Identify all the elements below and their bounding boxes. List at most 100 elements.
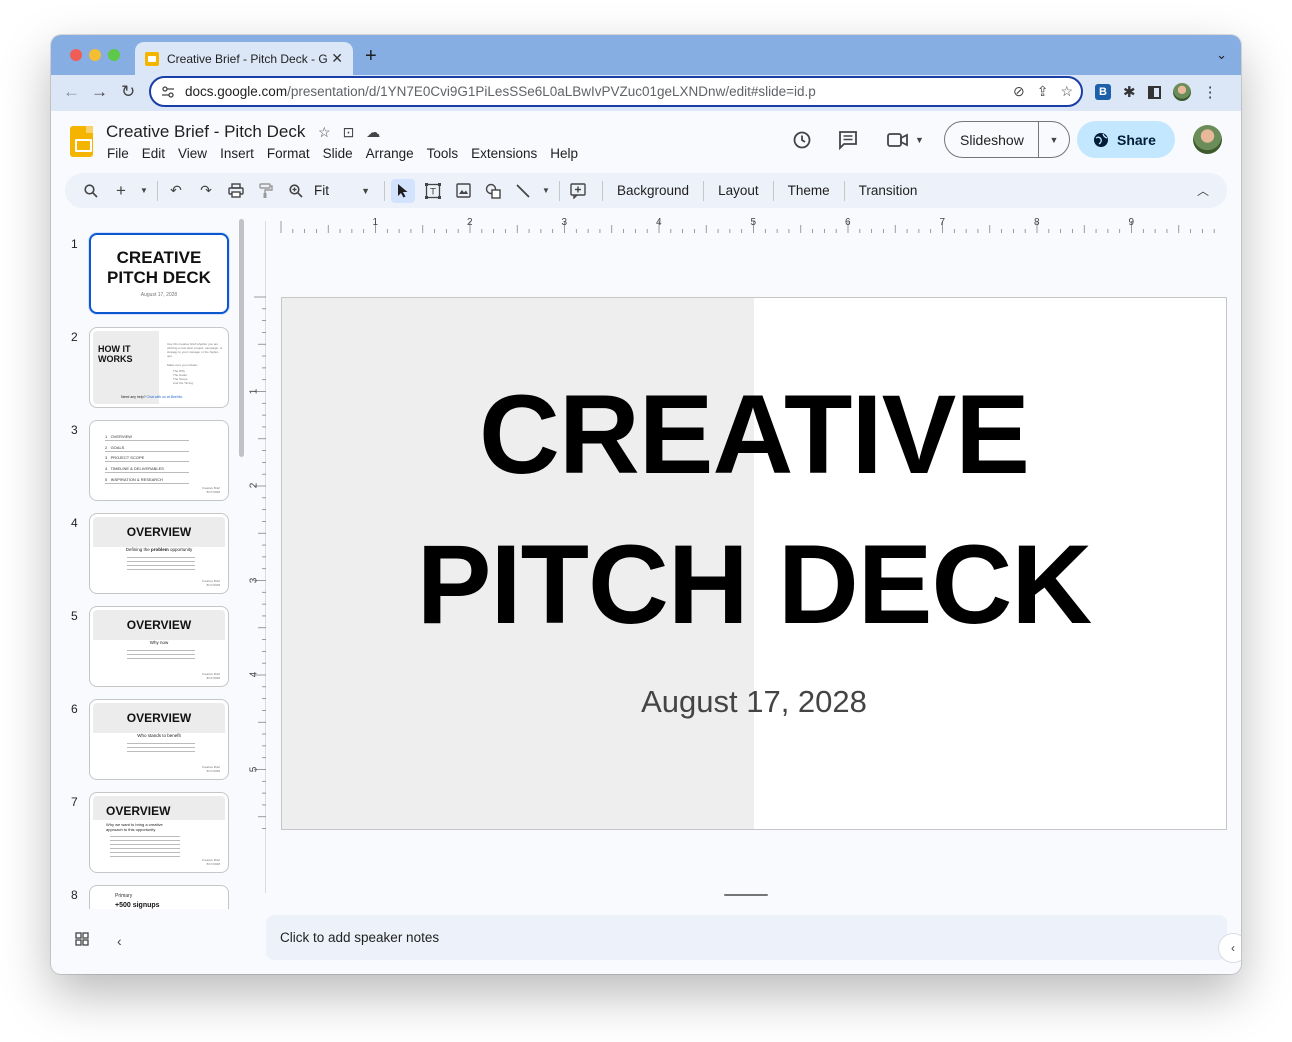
transition-button[interactable]: Transition	[851, 183, 926, 198]
theme-button[interactable]: Theme	[780, 183, 838, 198]
notes-resize-handle[interactable]	[724, 894, 768, 896]
extension-b-icon[interactable]: B	[1095, 84, 1111, 100]
thumb-2-bullets: The Why The Goals The Scope And the Timi…	[173, 369, 193, 385]
thumb-6-body-lines	[127, 743, 195, 752]
menu-tools[interactable]: Tools	[427, 146, 459, 161]
zoom-caret-icon: ▼	[361, 185, 370, 196]
move-folder-icon[interactable]: ⊡	[343, 124, 355, 141]
account-avatar[interactable]	[1193, 125, 1222, 154]
drive-offline-icon[interactable]: ⊘	[1013, 83, 1025, 100]
thumb-2-title-line1: HOW IT	[98, 344, 131, 354]
show-side-panel-chevron-icon[interactable]: ‹	[1218, 933, 1241, 963]
side-panel-icon[interactable]	[1147, 85, 1161, 99]
select-cursor-icon[interactable]	[391, 178, 415, 203]
slide-thumbnail-6[interactable]: OVERVIEW Who stands to benefit Creative …	[89, 699, 229, 780]
collapse-filmstrip-chevron-icon[interactable]: ‹	[117, 933, 122, 949]
slide-number-6: 6	[71, 702, 78, 716]
paint-format-icon[interactable]	[254, 179, 278, 203]
line-icon[interactable]	[511, 179, 535, 203]
thumb-4-subtitle-bold: problem	[151, 547, 169, 552]
ruler-label: 6	[845, 217, 851, 228]
share-label: Share	[1117, 131, 1156, 148]
ruler-label: 9	[1128, 217, 1135, 228]
slide-thumbnail-3[interactable]: 1 OVERVIEW 2 GOALS 3 PROJECT SCOPE 4 TIM…	[89, 420, 229, 501]
thumb-5-subtitle: Why now	[149, 640, 169, 645]
profile-avatar-icon[interactable]	[1172, 83, 1191, 101]
filmstrip-scrollbar[interactable]	[239, 219, 244, 457]
ruler-label: 8	[1034, 217, 1040, 228]
toolbar-divider	[384, 180, 385, 201]
slide-thumbnail-5[interactable]: OVERVIEW Why now Creative Brief 8/17/202…	[89, 606, 229, 687]
cloud-saved-icon[interactable]: ☁	[366, 124, 380, 141]
meet-call-button[interactable]: ▼	[887, 131, 924, 149]
background-button[interactable]: Background	[609, 183, 697, 198]
slide-number-8: 8	[71, 888, 78, 902]
thumb-4-footer: Creative Brief 8/17/2028	[202, 579, 220, 587]
thumb-3-footer: Creative Brief 8/17/2028	[202, 486, 220, 494]
thumb-2-help-text: Need any help?	[121, 395, 146, 399]
slide-date[interactable]: August 17, 2028	[282, 684, 1226, 720]
ruler-label: 1	[372, 217, 379, 228]
svg-text:T: T	[429, 187, 436, 197]
thumb-2-title-line2: WORKS	[98, 354, 133, 364]
thumb-5-footer: Creative Brief 8/17/2028	[202, 672, 220, 680]
browser-menu-icon[interactable]: ⋮	[1203, 83, 1218, 101]
star-icon[interactable]: ☆	[318, 124, 331, 141]
slide-thumbnail-4[interactable]: OVERVIEW Defining the problem opportunit…	[89, 513, 229, 594]
slideshow-label: Slideshow	[960, 131, 1024, 148]
slide-thumbnail-1[interactable]: CREATIVE PITCH DECK August 17, 2028	[89, 233, 229, 314]
menu-help[interactable]: Help	[550, 146, 578, 161]
thumb-4-subtitle-post: opportunity	[168, 547, 193, 552]
shape-icon[interactable]	[481, 179, 505, 203]
zoom-value: Fit	[314, 183, 329, 198]
thumb-6-footer: Creative Brief 8/17/2028	[202, 765, 220, 773]
toolbar-divider	[559, 180, 560, 201]
slide-title[interactable]: CREATIVE PITCH DECK	[282, 360, 1226, 660]
slide-number-4: 4	[71, 516, 78, 530]
speaker-notes-placeholder: Click to add speaker notes	[280, 930, 440, 945]
slide-thumbnail-2[interactable]: HOW IT WORKS Use this creative brief whe…	[89, 327, 229, 408]
omnibox[interactable]: docs.google.com/presentation/d/1YN7E0Cvi…	[149, 76, 1083, 107]
collapse-toolbar-chevron-icon[interactable]: ︿	[1197, 182, 1209, 199]
text-box-icon[interactable]: T	[421, 179, 445, 203]
menu-extensions[interactable]: Extensions	[471, 146, 537, 161]
thumb-7-body-lines	[110, 836, 180, 860]
layout-button[interactable]: Layout	[710, 183, 767, 198]
comments-icon[interactable]	[838, 130, 858, 150]
ruler-label: 4	[248, 671, 260, 678]
menu-format[interactable]: Format	[267, 146, 310, 161]
thumb-3-item-text: OVERVIEW	[110, 434, 133, 439]
bookmark-star-icon[interactable]: ☆	[1060, 83, 1073, 100]
thumb-8-label: Primary	[115, 893, 133, 899]
zoom-icon[interactable]	[284, 179, 308, 203]
add-comment-icon[interactable]	[566, 179, 590, 203]
slideshow-button[interactable]: Slideshow ▼	[944, 121, 1070, 158]
new-tab-button[interactable]: +	[365, 45, 377, 68]
url-text[interactable]: docs.google.com/presentation/d/1YN7E0Cvi…	[185, 84, 816, 99]
menu-slide[interactable]: Slide	[323, 146, 353, 161]
ruler-label: 2	[467, 217, 473, 228]
thumb-1-title-line1: CREATIVE	[116, 248, 202, 267]
slide-thumbnail-7[interactable]: OVERVIEW Why we want to bring a creative…	[89, 792, 229, 873]
slide-thumbnail-8[interactable]: Primary +500 signups	[89, 885, 229, 909]
slideshow-options-caret-icon[interactable]: ▼	[1039, 135, 1069, 145]
tab-search-chevron-icon[interactable]: ⌄	[1216, 47, 1227, 63]
ruler-label: 7	[939, 217, 946, 228]
share-button[interactable]: Share	[1077, 121, 1175, 158]
version-history-icon[interactable]	[792, 130, 812, 150]
insert-image-icon[interactable]	[451, 179, 475, 203]
line-caret-icon[interactable]: ▼	[541, 179, 551, 203]
ruler-label: 3	[561, 217, 568, 228]
slide-canvas[interactable]: CREATIVE PITCH DECK August 17, 2028	[281, 297, 1227, 830]
globe-icon	[1094, 132, 1108, 147]
grid-view-icon[interactable]	[75, 932, 89, 949]
speaker-notes[interactable]: Click to add speaker notes	[266, 915, 1227, 960]
share-page-icon[interactable]: ⇪	[1037, 83, 1049, 100]
toolbar-divider	[843, 180, 845, 201]
thumb-2-title: HOW IT WORKS	[98, 344, 133, 364]
zoom-select[interactable]: Fit ▼	[314, 183, 370, 198]
extensions-puzzle-icon[interactable]: ✱	[1123, 83, 1136, 101]
thumb-3-item-text: INSPIRATION & RESEARCH	[110, 477, 163, 482]
menu-arrange[interactable]: Arrange	[366, 146, 414, 161]
tab-close-icon[interactable]: ✕	[331, 50, 343, 67]
